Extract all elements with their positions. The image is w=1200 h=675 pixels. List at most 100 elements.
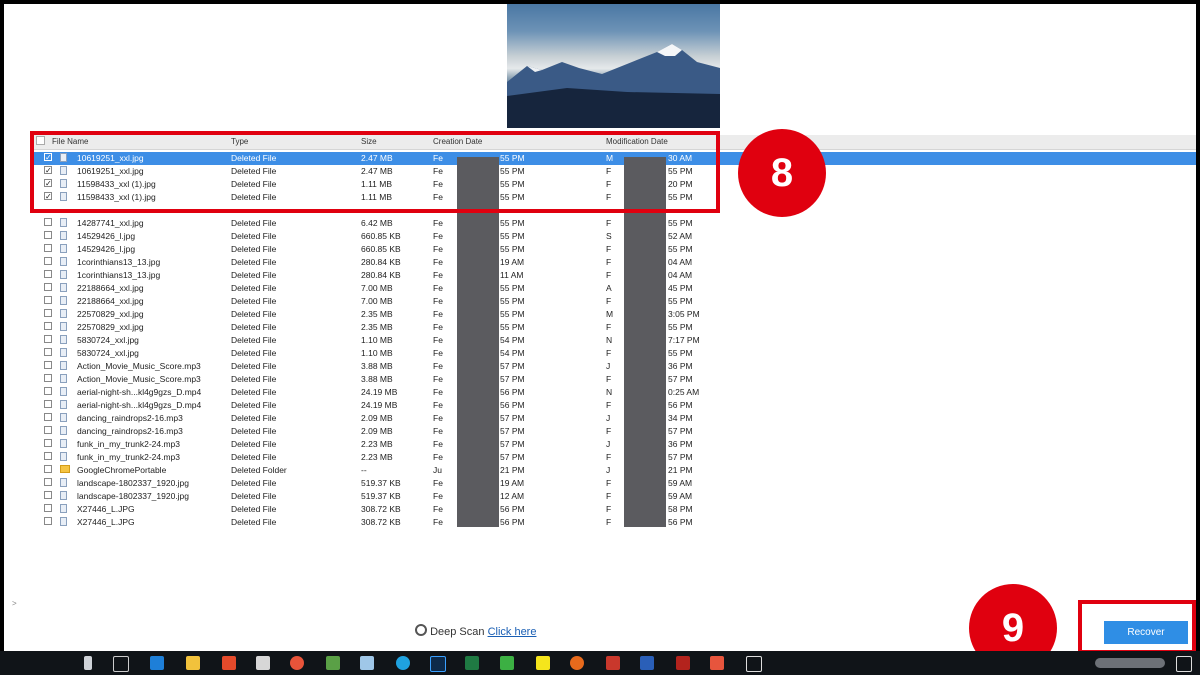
file-size-cell: 2.09 MB (361, 413, 393, 423)
word-icon[interactable] (640, 656, 654, 670)
modification-time-cell: 55 PM (668, 218, 693, 228)
row-checkbox[interactable] (44, 426, 52, 434)
table-row[interactable]: dancing_raindrops2-16.mp3 Deleted File 2.0… (32, 425, 1196, 438)
row-checkbox[interactable] (44, 257, 52, 265)
task-view-icon[interactable] (113, 656, 129, 672)
table-row[interactable]: 22188664_xxl.jpg Deleted File 7.00 MB Fe A 55… (32, 282, 1196, 295)
file-name-cell: funk_in_my_trunk2-24.mp3 (77, 439, 181, 449)
row-checkbox[interactable] (44, 218, 52, 226)
creation-time-cell: 55 PM (500, 309, 525, 319)
row-checkbox[interactable] (44, 374, 52, 382)
creation-date-cell: Fe (433, 257, 443, 267)
row-checkbox[interactable] (44, 491, 52, 499)
row-checkbox[interactable] (44, 322, 52, 330)
row-checkbox[interactable] (44, 335, 52, 343)
notifications-icon[interactable] (1176, 656, 1192, 672)
file-name-cell: 22570829_xxl.jpg (77, 309, 144, 319)
app-icon[interactable] (360, 656, 374, 670)
row-checkbox[interactable] (44, 400, 52, 408)
microphone-icon[interactable] (84, 656, 92, 670)
row-checkbox[interactable] (44, 244, 52, 252)
recovery-app-icon[interactable] (710, 656, 724, 670)
creation-date-cell: Fe (433, 231, 443, 241)
table-row[interactable]: funk_in_my_trunk2-24.mp3 Deleted File 2.23… (32, 438, 1196, 451)
table-row[interactable]: landscape-1802337_1920.jpg Deleted File 51… (32, 490, 1196, 503)
table-row[interactable]: 1corinthians13_13.jpg Deleted File 280.84 … (32, 256, 1196, 269)
table-row[interactable]: funk_in_my_trunk2-24.mp3 Deleted File 2.23… (32, 451, 1196, 464)
row-checkbox[interactable] (44, 413, 52, 421)
gmail-icon[interactable] (606, 656, 620, 670)
table-row[interactable]: X27446_L.JPG Deleted File 308.72 KB Fe F 56 P… (32, 503, 1196, 516)
table-row[interactable]: landscape-1802337_1920.jpg Deleted File 51… (32, 477, 1196, 490)
row-checkbox[interactable] (44, 387, 52, 395)
scroll-right-arrow-icon[interactable]: > (12, 599, 17, 608)
table-row[interactable]: aerial-night-sh...kl4g9gzs_D.mp4 Deleted … (32, 399, 1196, 412)
row-checkbox[interactable] (44, 452, 52, 460)
skype-icon[interactable] (396, 656, 410, 670)
table-row[interactable]: Action_Movie_Music_Score.mp3 Deleted File… (32, 373, 1196, 386)
table-row[interactable]: 1corinthians13_13.jpg Deleted File 280.84 … (32, 269, 1196, 282)
camtasia-icon[interactable] (500, 656, 514, 670)
row-checkbox[interactable] (44, 439, 52, 447)
modification-date-cell: S (606, 231, 612, 241)
file-size-cell: 3.88 MB (361, 361, 393, 371)
row-checkbox[interactable] (44, 517, 52, 525)
table-row[interactable]: 5830724_xxl.jpg Deleted File 1.10 MB Fe N 54 … (32, 334, 1196, 347)
excel-icon[interactable] (465, 656, 479, 670)
modification-date-cell: F (606, 478, 612, 488)
row-checkbox[interactable] (44, 478, 52, 486)
row-checkbox[interactable] (44, 504, 52, 512)
table-row[interactable]: aerial-night-sh...kl4g9gzs_D.mp4 Deleted … (32, 386, 1196, 399)
file-size-cell: 6.42 MB (361, 218, 393, 228)
row-checkbox[interactable] (44, 270, 52, 278)
modification-time-cell: 55 PM (668, 322, 693, 332)
table-row[interactable]: 14529426_l.jpg Deleted File 660.85 KB Fe F 55… (32, 243, 1196, 256)
row-checkbox[interactable] (44, 283, 52, 291)
sticky-notes-icon[interactable] (536, 656, 550, 670)
table-row[interactable]: 22188664_xxl.jpg Deleted File 7.00 MB Fe F 55… (32, 295, 1196, 308)
photoshop-icon[interactable] (430, 656, 446, 672)
table-row[interactable]: 14529426_l.jpg Deleted File 660.85 KB Fe S 55… (32, 230, 1196, 243)
table-row[interactable]: X27446_L.JPG Deleted File 308.72 KB Fe F 56 P… (32, 516, 1196, 529)
row-checkbox[interactable] (44, 465, 52, 473)
chrome-icon[interactable] (290, 656, 304, 670)
table-row[interactable]: dancing_raindrops2-16.mp3 Deleted File 2.0… (32, 412, 1196, 425)
creation-date-cell: Fe (433, 335, 443, 345)
recover-button[interactable]: Recover (1104, 621, 1188, 644)
file-type-cell: Deleted File (231, 478, 277, 488)
deep-scan-link[interactable]: Click here (488, 626, 537, 638)
app-icon[interactable] (746, 656, 762, 672)
modification-date-cell: N (606, 335, 613, 345)
table-row[interactable]: 5830724_xxl.jpg Deleted File 1.10 MB Fe F 54 … (32, 347, 1196, 360)
app-icon[interactable] (222, 656, 236, 670)
creation-time-cell: 55 PM (500, 322, 525, 332)
table-row[interactable]: 14287741_xxl.jpg Deleted File 6.42 MB Fe F 55… (32, 217, 1196, 230)
creation-time-cell: 56 PM (500, 517, 525, 527)
creation-time-cell: 55 PM (500, 296, 525, 306)
creation-time-cell: 57 PM (500, 413, 525, 423)
app-icon[interactable] (676, 656, 690, 670)
firefox-icon[interactable] (570, 656, 584, 670)
creation-date-cell: Fe (433, 478, 443, 488)
row-checkbox[interactable] (44, 296, 52, 304)
table-row[interactable]: 22570829_xxl.jpg Deleted File 2.35 MB Fe M 55… (32, 308, 1196, 321)
row-checkbox[interactable] (44, 348, 52, 356)
creation-date-cell: Fe (433, 270, 443, 280)
table-row[interactable]: GoogleChromePortable Deleted Folder -- Ju J 2… (32, 464, 1196, 477)
file-name-cell: 5830724_xxl.jpg (77, 348, 139, 358)
modification-time-cell: 0:25 AM (668, 387, 700, 397)
table-row[interactable]: 22570829_xxl.jpg Deleted File 2.35 MB Fe F 55… (32, 321, 1196, 334)
file-size-cell: 1.10 MB (361, 335, 393, 345)
modification-date-cell: M (606, 309, 614, 319)
table-row[interactable]: Action_Movie_Music_Score.mp3 Deleted File… (32, 360, 1196, 373)
creation-date-cell: Fe (433, 400, 443, 410)
edge-icon[interactable] (150, 656, 164, 670)
row-checkbox[interactable] (44, 361, 52, 369)
row-checkbox[interactable] (44, 309, 52, 317)
photos-icon[interactable] (326, 656, 340, 670)
file-explorer-icon[interactable] (186, 656, 200, 670)
file-size-cell: 1.10 MB (361, 348, 393, 358)
creation-time-cell: 54 PM (500, 348, 525, 358)
calculator-icon[interactable] (256, 656, 270, 670)
row-checkbox[interactable] (44, 231, 52, 239)
